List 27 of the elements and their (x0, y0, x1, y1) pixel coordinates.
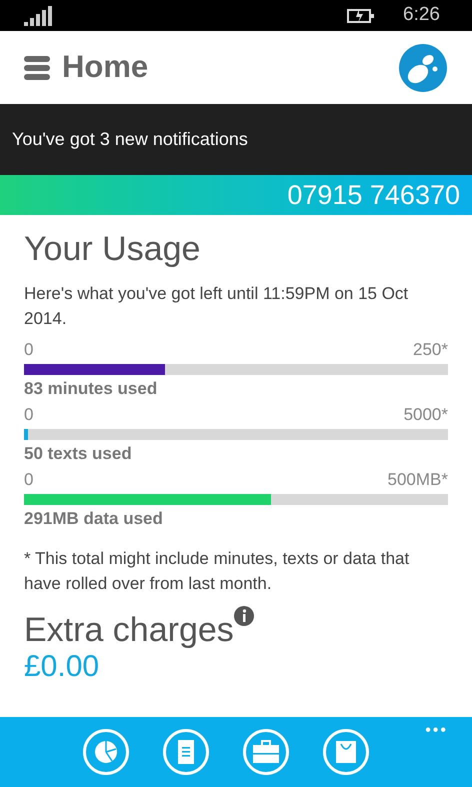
signal-icon (24, 6, 52, 26)
scale-max: 500MB* (388, 469, 448, 491)
briefcase-icon[interactable] (243, 729, 289, 775)
document-icon[interactable] (163, 729, 209, 775)
scale-min: 0 (24, 469, 34, 491)
status-time: 6:26 (403, 3, 440, 28)
section-title: Your Usage (24, 229, 202, 269)
scale-max: 250* (413, 339, 448, 361)
section-title: Extra charges (24, 610, 234, 650)
shopping-bag-icon[interactable] (323, 729, 369, 775)
scale-min: 0 (24, 404, 34, 426)
battery-charging-icon (347, 8, 376, 24)
info-icon[interactable] (234, 606, 254, 626)
pie-chart-icon[interactable] (83, 729, 129, 775)
footnote-text: * This total might include minutes, texts or data that have rolled over from last month. (24, 548, 410, 595)
phone-number: 07915 746370 (287, 178, 460, 212)
intro-text: Here's what you've got left until 11:59PM on 15 Oct 2014. (24, 283, 410, 330)
charges-amount: £0.00 (24, 650, 100, 684)
notification-banner-text[interactable]: You've got 3 new notifications (12, 126, 248, 153)
menu-icon[interactable] (24, 56, 50, 80)
usage-caption: 50 texts used (24, 443, 133, 465)
page-title: Home (62, 48, 148, 86)
scale-min: 0 (24, 339, 34, 361)
usage-caption: 83 minutes used (24, 378, 158, 400)
usage-caption: 291MB data used (24, 508, 164, 530)
scale-max: 5000* (404, 404, 448, 426)
logo-icon (398, 42, 448, 92)
